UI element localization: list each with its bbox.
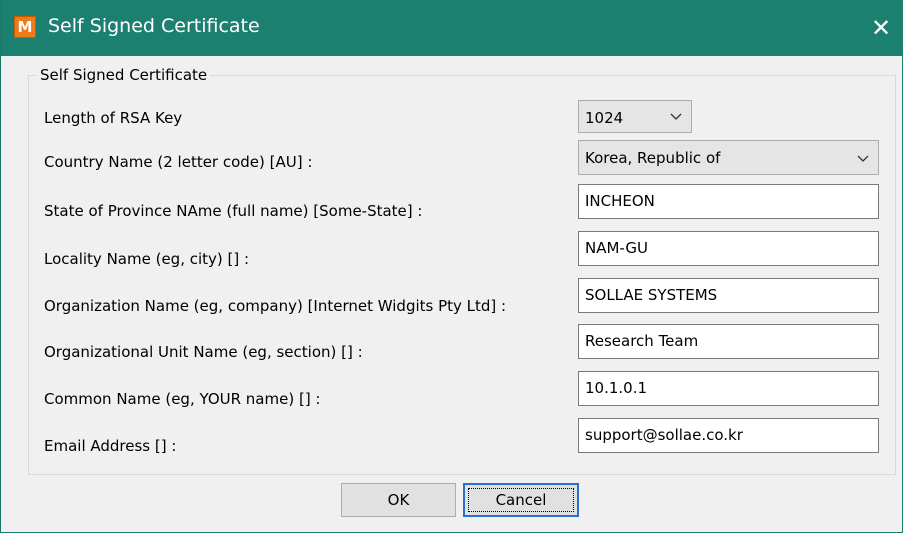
country-value: Korea, Republic of	[585, 149, 721, 167]
organization-label: Organization Name (eg, company) [Interne…	[44, 297, 507, 315]
org-unit-label: Organizational Unit Name (eg, section) […	[44, 343, 363, 361]
common-name-input[interactable]: 10.1.0.1	[578, 371, 879, 406]
country-label: Country Name (2 letter code) [AU] :	[44, 153, 313, 171]
close-icon[interactable]: ✕	[858, 0, 903, 56]
email-input[interactable]: support@sollae.co.kr	[578, 418, 879, 453]
organization-input[interactable]: SOLLAE SYSTEMS	[578, 278, 879, 313]
certificate-groupbox	[28, 75, 896, 475]
locality-label: Locality Name (eg, city) [] :	[44, 250, 250, 268]
org-unit-input[interactable]: Research Team	[578, 324, 879, 359]
state-label: State of Province NAme (full name) [Some…	[44, 202, 423, 220]
rsa-key-length-label: Length of RSA Key	[44, 109, 183, 127]
rsa-key-length-select[interactable]: 1024	[578, 100, 692, 133]
email-label: Email Address [] :	[44, 437, 177, 455]
chevron-down-icon	[857, 155, 869, 162]
common-name-label: Common Name (eg, YOUR name) [] :	[44, 390, 321, 408]
locality-input[interactable]: NAM-GU	[578, 231, 879, 266]
window-title: Self Signed Certificate	[48, 15, 260, 37]
chevron-down-icon	[670, 113, 682, 120]
cancel-button[interactable]: Cancel	[463, 483, 579, 517]
state-input[interactable]: INCHEON	[578, 184, 879, 219]
country-select[interactable]: Korea, Republic of	[578, 140, 879, 175]
rsa-key-length-value: 1024	[585, 109, 624, 127]
focus-rectangle	[468, 488, 574, 512]
ok-button[interactable]: OK	[341, 483, 456, 517]
app-logo-icon: M	[14, 16, 36, 38]
groupbox-title: Self Signed Certificate	[37, 66, 211, 84]
title-bar[interactable]: M Self Signed Certificate ✕	[1, 0, 903, 56]
dialog-window: M Self Signed Certificate ✕ Self Signed …	[0, 0, 903, 533]
